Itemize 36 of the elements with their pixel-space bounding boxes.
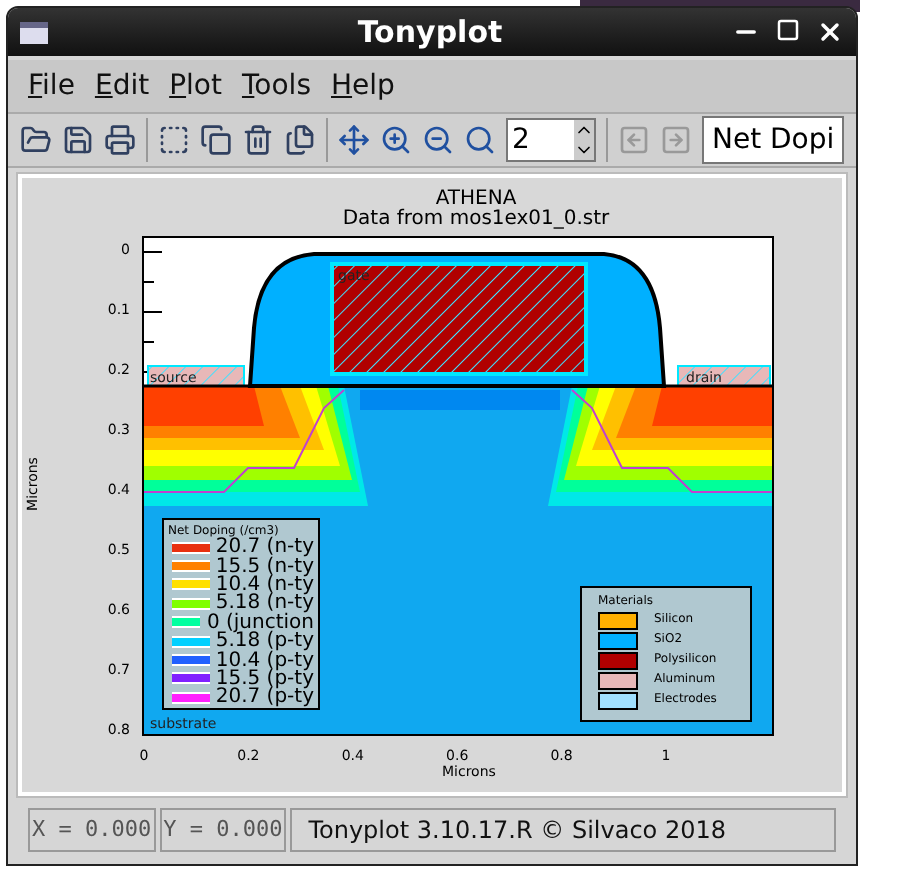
menu-item[interactable]: Tools [237,65,315,107]
legend-label: 5.18 (n-ty [215,594,314,613]
plot-title: ATHENA [435,190,517,210]
legend-label: 5.18 (p-ty [215,632,314,651]
save-icon[interactable] [62,124,94,156]
y-coordinate: Y = 0.000 [159,808,287,852]
zoom-spinner[interactable]: 2 [506,118,596,162]
legend-label: 15.5 (p-ty [215,669,314,688]
search-icon[interactable] [464,124,496,156]
menu-item[interactable]: Edit [90,65,154,107]
dataset-dropdown[interactable]: Net Dopi [702,116,844,164]
move-icon[interactable] [338,124,370,156]
copy-icon[interactable] [200,124,232,156]
legend-label: 20.7 (p-ty [215,688,314,707]
x-coordinate: X = 0.000 [28,808,156,852]
zoom-in-icon[interactable] [380,124,412,156]
window-title: Tonyplot [357,11,503,54]
legend-label: 0 (junction [206,613,314,632]
plot-subtitle: Data from mos1ex01_0.str [342,210,610,230]
files-icon[interactable] [284,124,316,156]
close-icon[interactable] [816,18,844,46]
menu-item[interactable]: Plot [165,65,226,107]
legend-label: 10.4 (n-ty [215,575,314,594]
open-icon[interactable] [20,124,52,156]
window-icon [20,21,48,43]
version-label: Tonyplot 3.10.17.R © Silvaco 2018 [290,808,836,852]
legend-label: 15.5 (n-ty [215,557,314,576]
selection-icon[interactable] [158,124,190,156]
legend-label: 10.4 (p-ty [215,651,314,670]
printer-icon[interactable] [104,124,136,156]
menu-item[interactable]: Help [327,65,399,107]
menu-item[interactable]: File [24,65,79,107]
legend-label: 20.7 (n-ty [215,538,314,557]
trash-icon[interactable] [242,124,274,156]
zoom-out-icon[interactable] [422,124,454,156]
maximize-icon[interactable] [776,18,800,42]
